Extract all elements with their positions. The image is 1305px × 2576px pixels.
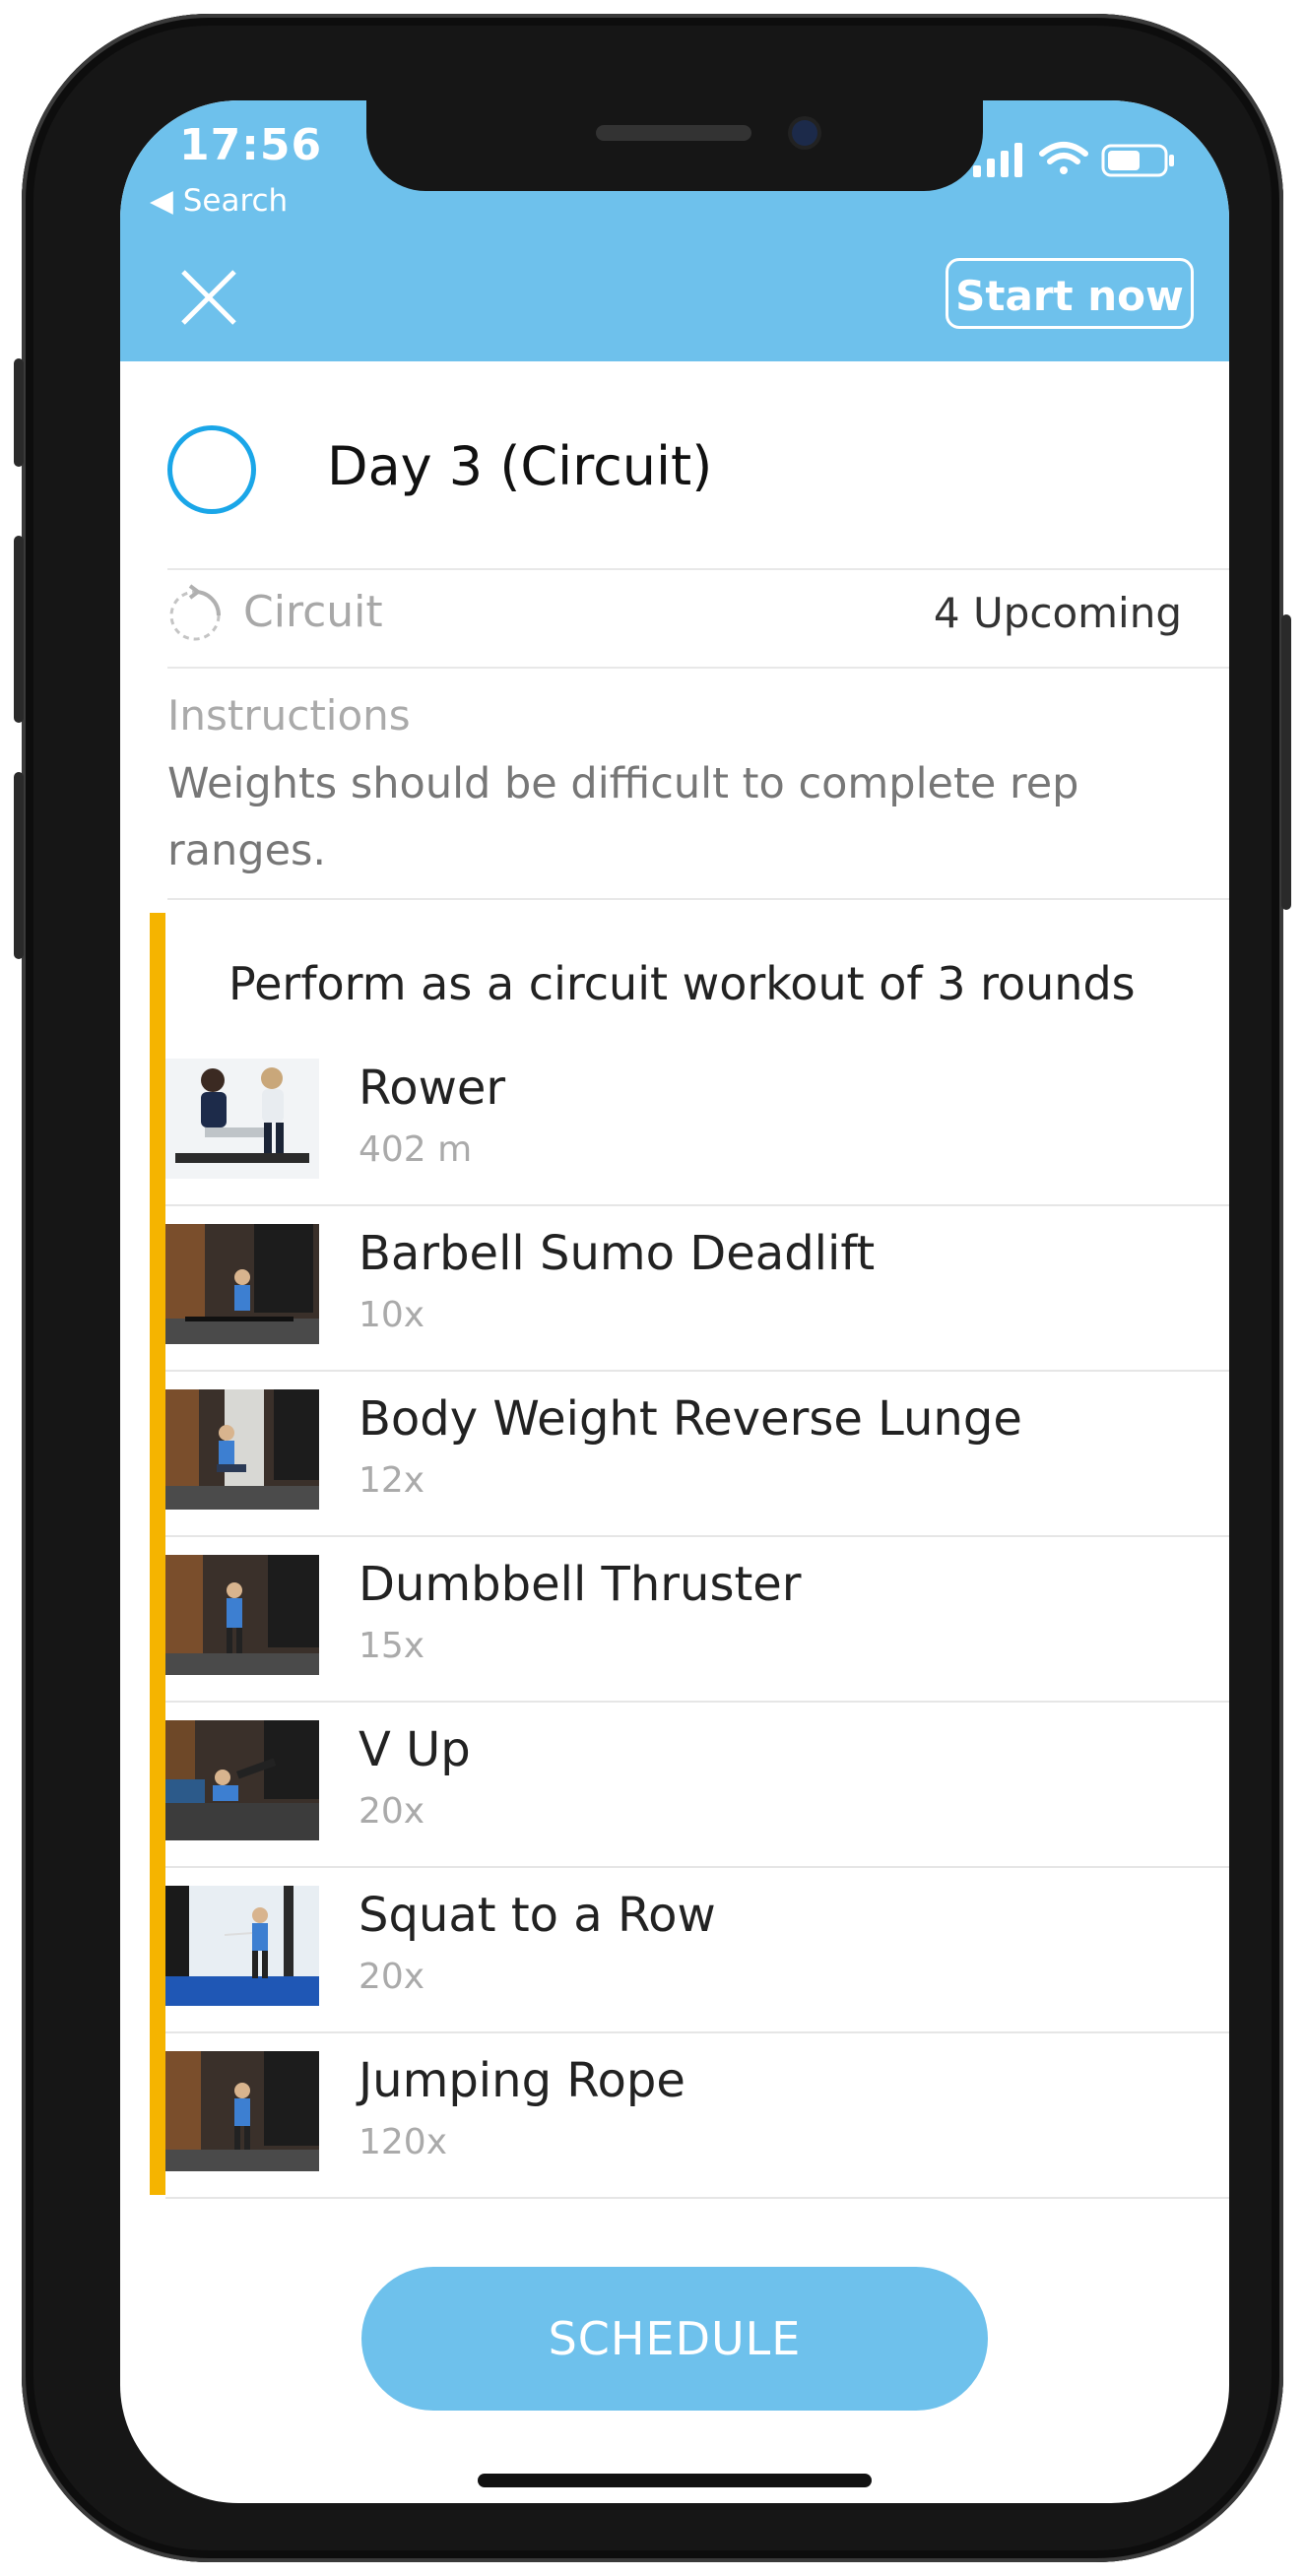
divider (167, 568, 1229, 570)
exercise-thumbnail (165, 1555, 319, 1675)
battery-icon (1101, 144, 1174, 177)
exercise-name: Rower (359, 1061, 506, 1116)
start-now-button[interactable]: Start now (946, 258, 1194, 329)
exercise-thumbnail (165, 1224, 319, 1344)
volume-up-button (14, 536, 24, 723)
close-icon[interactable] (179, 268, 238, 327)
status-time: 17:56 (179, 120, 323, 170)
completion-checkbox[interactable] (167, 425, 256, 514)
exercise-detail: 20x (359, 1791, 425, 1832)
exercise-detail: 15x (359, 1626, 425, 1666)
phone-frame: 17:56 ◀ Search Start now Day 3 (Circuit)… (14, 14, 1291, 2562)
power-button (1281, 614, 1291, 910)
back-to-search-link[interactable]: ◀ Search (150, 183, 288, 219)
divider (167, 667, 1229, 669)
exercise-row[interactable]: Dumbbell Thruster 15x (165, 1537, 1229, 1703)
schedule-button[interactable]: SCHEDULE (361, 2267, 988, 2411)
exercise-detail: 20x (359, 1957, 425, 1997)
exercise-thumbnail (165, 1720, 319, 1840)
mute-switch (14, 358, 24, 467)
screen: 17:56 ◀ Search Start now Day 3 (Circuit)… (120, 100, 1229, 2503)
exercise-row[interactable]: Rower 402 m (165, 1041, 1229, 1206)
front-camera (792, 120, 817, 146)
speaker (596, 125, 751, 141)
instructions-label: Instructions (167, 691, 411, 740)
exercise-row[interactable]: Squat to a Row 20x (165, 1868, 1229, 2033)
instructions-text: Weights should be difficult to complete … (167, 759, 1079, 875)
circuit-title: Perform as a circuit workout of 3 rounds (228, 957, 1136, 1010)
divider (167, 898, 1229, 900)
exercise-name: Dumbbell Thruster (359, 1557, 802, 1612)
volume-down-button (14, 772, 24, 959)
exercise-thumbnail (165, 1389, 319, 1510)
circuit-block: Perform as a circuit workout of 3 rounds (150, 913, 1229, 2199)
exercise-row[interactable]: Barbell Sumo Deadlift 10x (165, 1206, 1229, 1372)
exercise-name: Squat to a Row (359, 1888, 716, 1943)
exercise-name: Jumping Rope (359, 2053, 685, 2108)
circuit-icon (169, 584, 221, 641)
exercise-thumbnail (165, 2051, 319, 2171)
wifi-icon (1039, 142, 1088, 174)
exercise-detail: 120x (359, 2122, 448, 2162)
notch (366, 100, 983, 191)
exercise-detail: 10x (359, 1295, 425, 1335)
exercise-row[interactable]: Jumping Rope 120x (165, 2033, 1229, 2199)
exercise-detail: 402 m (359, 1129, 473, 1170)
exercise-detail: 12x (359, 1460, 425, 1501)
workout-type-label: Circuit (243, 587, 383, 637)
exercise-thumbnail (165, 1886, 319, 2006)
page-title: Day 3 (Circuit) (327, 435, 713, 497)
exercise-name: V Up (359, 1722, 471, 1777)
circuit-accent-bar (150, 913, 165, 2195)
exercise-name: Body Weight Reverse Lunge (359, 1391, 1022, 1447)
upcoming-count: 4 Upcoming (933, 589, 1182, 637)
home-indicator[interactable] (478, 2474, 872, 2487)
status-icons (973, 142, 1174, 177)
exercise-row[interactable]: Body Weight Reverse Lunge 12x (165, 1372, 1229, 1537)
exercise-name: Barbell Sumo Deadlift (359, 1226, 876, 1281)
exercise-row[interactable]: V Up 20x (165, 1703, 1229, 1868)
row-divider (165, 2197, 1229, 2199)
exercise-thumbnail (165, 1059, 319, 1179)
